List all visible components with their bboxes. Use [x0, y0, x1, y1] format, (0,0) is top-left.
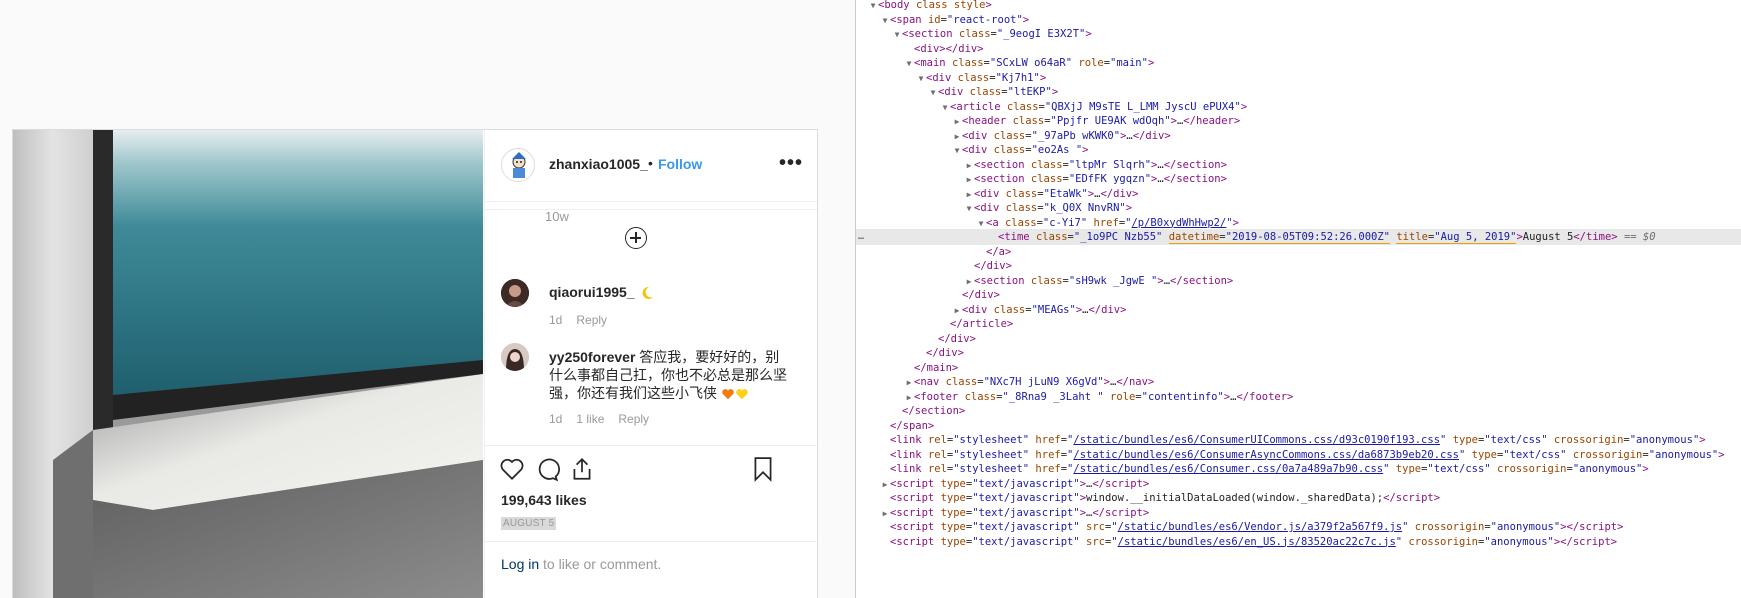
likes-count[interactable]: 199,643 likes — [501, 492, 587, 508]
dom-node-markup: <body class style> — [878, 0, 992, 11]
dom-node-markup: </a> — [986, 245, 1012, 258]
dom-node-markup: </article> — [950, 318, 1014, 330]
dom-node-markup: <link rel="stylesheet" href="/static/bun… — [890, 463, 1649, 475]
dom-node-markup: <footer class="_8Rna9 _3Laht " role="con… — [914, 390, 1294, 403]
dom-node-markup: </div> — [938, 332, 976, 345]
more-icon[interactable]: ••• — [779, 152, 803, 175]
share-icon[interactable] — [569, 456, 595, 482]
avatar[interactable] — [501, 279, 529, 307]
dom-node-markup: <header class="Ppjfr UE9AK wdOqh">…</hea… — [962, 115, 1241, 127]
dom-node-markup: <section class="sH9wk _JgwE ">…</section… — [974, 274, 1234, 287]
avatar-photo-icon — [501, 343, 529, 371]
window-sea-photo — [13, 130, 483, 598]
dom-node-markup: <span id="react-root"> — [890, 13, 1030, 26]
dom-node-markup: <link rel="stylesheet" href="/static/bun… — [890, 434, 1706, 446]
add-circle-icon[interactable] — [625, 227, 647, 249]
dom-node-markup: <a class="c-Yi7" href="/p/B0xydWhHwp2/"> — [986, 216, 1239, 229]
comment-time[interactable]: 1d — [549, 313, 562, 327]
dom-node-line[interactable]: <script type="text/javascript" src="/sta… — [856, 534, 1741, 550]
comment-meta: 1d Reply — [549, 313, 621, 327]
dom-node-markup: <main class="SCxLW o64aR" role="main"> — [914, 57, 1155, 69]
dom-node-markup: <script type="text/javascript" src="/sta… — [890, 535, 1618, 548]
comment-text: yy250forever 答应我，要好好的，别什么事都自己扛，你也不必总是那么坚… — [549, 348, 789, 402]
comment-text: qiaorui1995_ — [549, 283, 789, 301]
dom-node-markup: </div> — [962, 289, 1000, 301]
comment-meta: 1d 1 like Reply — [549, 412, 663, 426]
avatar-cartoon-icon — [502, 149, 534, 181]
avatar[interactable] — [501, 343, 529, 371]
dom-node-markup: <article class="QBXjJ M9sTE L_LMM JyscU … — [950, 100, 1248, 113]
dom-node-markup: <script type="text/javascript">…</script… — [890, 477, 1150, 490]
post-actions: 199,643 likes AUGUST 5 Log in to like or… — [485, 445, 817, 598]
post-photo[interactable] — [13, 130, 483, 598]
dom-node-markup: <script type="text/javascript">window.__… — [890, 492, 1441, 504]
login-prompt-text: to like or comment. — [539, 556, 662, 572]
reply-button[interactable]: Reply — [576, 313, 607, 327]
dom-node-markup: </div> — [926, 347, 964, 359]
dom-node-markup: <div class="ltEKP"> — [938, 86, 1059, 98]
comment-username[interactable]: qiaorui1995_ — [549, 284, 635, 300]
follow-button[interactable]: Follow — [658, 156, 702, 172]
dom-node-markup: <script type="text/javascript" src="/sta… — [890, 521, 1624, 533]
post-article: zhanxiao1005_ • Follow ••• 10w qiaorui19… — [12, 129, 818, 598]
dom-node-markup: <section class="ltpMr Slqrh">…</section> — [974, 158, 1227, 171]
crescent-moon-icon — [642, 287, 653, 300]
post-header: zhanxiao1005_ • Follow ••• — [485, 130, 817, 202]
instagram-page: zhanxiao1005_ • Follow ••• 10w qiaorui19… — [0, 0, 855, 598]
devtools-elements-panel[interactable]: ▼ <body class style> ▼ <span id="react-root… — [856, 0, 1741, 598]
yellow-heart-icon — [736, 389, 748, 400]
post-author-username[interactable]: zhanxiao1005_ — [549, 156, 648, 172]
post-date[interactable]: AUGUST 5 — [501, 517, 557, 530]
comment-icon[interactable] — [534, 456, 560, 482]
dom-node-markup: </main> — [914, 361, 959, 374]
dom-node-markup: <script type="text/javascript">…</script… — [890, 506, 1150, 519]
previous-comment-time: 10w — [545, 209, 569, 224]
comment-username[interactable]: yy250forever — [549, 349, 635, 365]
dom-node-markup: <div></div> — [914, 42, 984, 55]
dom-node-markup: <section class="EDfFK ygqzn">…</section> — [974, 173, 1227, 185]
dom-node-markup: <time class="_1o9PC Nzb55" datetime="201… — [998, 231, 1656, 244]
dom-node-markup: <link rel="stylesheet" href="/static/bun… — [890, 448, 1725, 461]
dom-node-markup: <div class="eo2As "> — [962, 144, 1089, 156]
dom-node-markup: </section> — [902, 405, 966, 417]
dom-node-markup: <div class="_97aPb wKWK0">…</div> — [962, 129, 1171, 142]
bookmark-icon[interactable] — [750, 456, 776, 482]
comments-list[interactable]: 10w qiaorui1995_ 1d Reply yy250forever 答… — [485, 203, 817, 445]
dom-node-markup: <div class="EtaWk">…</div> — [974, 187, 1139, 200]
dom-node-markup: </div> — [974, 260, 1012, 272]
avatar-photo-icon — [501, 279, 529, 307]
dom-node-markup: <div class="Kj7h1"> — [926, 71, 1047, 84]
dom-node-markup: </span> — [890, 419, 935, 432]
comment-time[interactable]: 1d — [549, 412, 562, 426]
login-link[interactable]: Log in — [501, 556, 539, 572]
dom-node-markup: <section class="_9eogI E3X2T"> — [902, 28, 1092, 40]
heart-icon[interactable] — [499, 456, 525, 482]
follow-separator: • — [648, 155, 653, 171]
comment-likes[interactable]: 1 like — [576, 412, 604, 426]
dom-node-markup: <div class="k_Q0X NnvRN"> — [974, 202, 1133, 214]
reply-button[interactable]: Reply — [618, 412, 649, 426]
orange-heart-icon — [722, 389, 734, 400]
avatar[interactable] — [501, 148, 535, 182]
dom-node-markup: <div class="MEAGs">…</div> — [962, 303, 1127, 316]
post-sidebar: zhanxiao1005_ • Follow ••• 10w qiaorui19… — [484, 130, 817, 598]
login-prompt: Log in to like or comment. — [485, 541, 817, 581]
comment-separator — [485, 203, 817, 210]
dom-node-markup: <nav class="NXc7H jLuN9 X6gVd">…</nav> — [914, 376, 1155, 388]
